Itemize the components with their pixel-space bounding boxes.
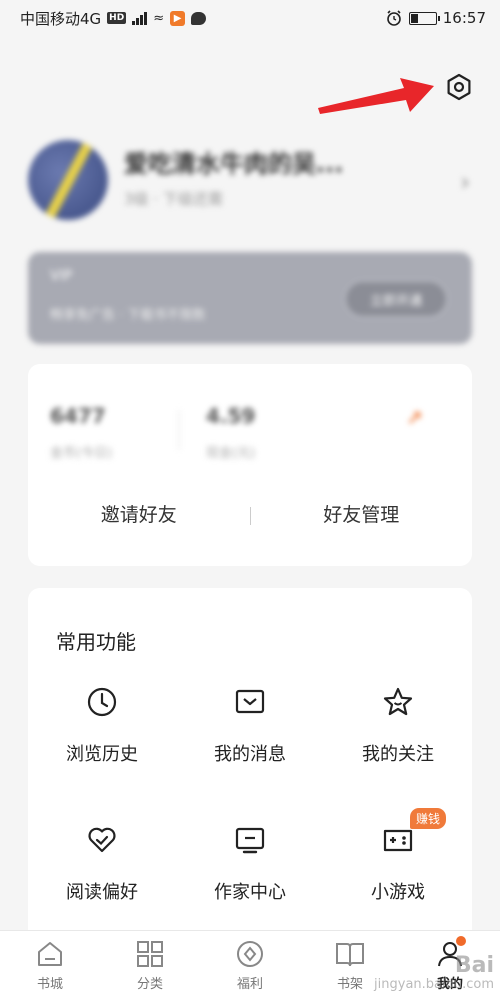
- stat-cash-label: 现金(元): [206, 446, 256, 461]
- star-icon: [380, 684, 416, 720]
- func-my-follows[interactable]: 我的关注: [324, 684, 472, 774]
- nav-label: 分类: [136, 977, 163, 992]
- watermark: Bai jingyan.baidu.com: [374, 952, 494, 992]
- nav-category[interactable]: 分类: [100, 931, 200, 1000]
- book-icon: [336, 943, 364, 967]
- wifi-icon: ≈: [153, 10, 165, 26]
- nav-label: 福利: [236, 977, 263, 992]
- hd-badge: HD: [107, 12, 127, 24]
- func-label: 我的消息: [214, 744, 286, 765]
- common-functions-card: 常用功能 浏览历史 我的消息 我的关注 阅读偏好 作家中心 赚钱 小游戏: [28, 588, 472, 938]
- nav-label: 书城: [36, 977, 63, 992]
- coin-icon: ↗: [406, 406, 423, 430]
- profile-header[interactable]: 爱吃清水牛肉的吴... 3级 · 下级还需 ›: [24, 138, 476, 222]
- profile-subtitle: 3级 · 下级还需: [124, 190, 223, 208]
- annotation-arrow: [318, 78, 434, 114]
- carrier-text: 中国移动4G: [20, 9, 102, 28]
- alarm-icon: [386, 10, 401, 26]
- status-left: 中国移动4G HD ≈ ▶: [20, 8, 207, 29]
- settings-button[interactable]: [440, 68, 478, 106]
- battery-icon: [408, 11, 440, 25]
- func-mini-games[interactable]: 赚钱 小游戏: [324, 808, 472, 912]
- func-writer-center[interactable]: 作家中心: [176, 822, 324, 912]
- func-reading-preference[interactable]: 阅读偏好: [28, 822, 176, 912]
- nav-label: 书架: [336, 977, 363, 992]
- vip-open-button[interactable]: 立即开通: [344, 280, 448, 318]
- watermark-url: jingyan.baidu.com: [374, 976, 494, 992]
- signal-icon: [132, 11, 148, 25]
- vip-desc: 畅享免广告 · 下载书不限数: [50, 308, 206, 323]
- clock-time: 16:57: [442, 9, 486, 27]
- func-label: 浏览历史: [66, 744, 138, 765]
- stats-blurred-area: 6477 金币(今日) 4.59 现金(元) ↗: [28, 364, 472, 464]
- chevron-right-icon: ›: [460, 168, 470, 196]
- stat-divider: [178, 410, 180, 450]
- monitor-icon: [232, 822, 268, 858]
- message-notification-icon: [191, 11, 207, 25]
- nav-welfare[interactable]: 福利: [200, 931, 300, 1000]
- invite-friends-button[interactable]: 邀请好友: [28, 502, 250, 527]
- func-label: 阅读偏好: [66, 882, 138, 903]
- message-icon: [232, 684, 268, 720]
- stat-cash-value: 4.59: [206, 404, 256, 428]
- stat-coins-label: 金币(今日): [50, 446, 113, 461]
- vip-banner[interactable]: VIP 畅享免广告 · 下载书不限数 立即开通: [28, 252, 472, 344]
- func-label: 小游戏: [371, 882, 425, 903]
- common-functions-title: 常用功能: [56, 630, 136, 654]
- settings-hexagon-icon: [447, 73, 471, 101]
- friend-row: 邀请好友 好友管理: [28, 502, 472, 542]
- func-label: 我的关注: [362, 744, 434, 765]
- vip-title: VIP: [50, 268, 73, 284]
- stats-card: 6477 金币(今日) 4.59 现金(元) ↗ 邀请好友 好友管理: [28, 364, 472, 566]
- watermark-logo: Bai: [454, 952, 494, 978]
- grid-icon: [137, 941, 163, 967]
- stat-cash[interactable]: 4.59 现金(元): [206, 404, 255, 461]
- notification-dot: [456, 936, 466, 946]
- status-bar: 中国移动4G HD ≈ ▶ 16:57: [0, 0, 500, 36]
- func-browse-history[interactable]: 浏览历史: [28, 684, 176, 774]
- profile-nickname: 爱吃清水牛肉的吴...: [124, 150, 344, 178]
- stat-coins-value: 6477: [50, 404, 106, 428]
- func-my-messages[interactable]: 我的消息: [176, 684, 324, 774]
- home-icon: [38, 942, 62, 966]
- manage-friends-button[interactable]: 好友管理: [251, 502, 473, 527]
- avatar[interactable]: [28, 140, 108, 220]
- clock-icon: [84, 684, 120, 720]
- stat-coins[interactable]: 6477 金币(今日): [50, 404, 112, 461]
- status-right: 16:57: [385, 9, 486, 27]
- earn-money-badge: 赚钱: [410, 808, 447, 829]
- gift-icon: [237, 941, 263, 967]
- app-notification-icon: ▶: [170, 10, 186, 26]
- heart-check-icon: [84, 822, 120, 858]
- func-label: 作家中心: [214, 882, 286, 903]
- nav-bookstore[interactable]: 书城: [0, 931, 100, 1000]
- bottom-nav: 书城 分类 福利 书架 我的 Bai jingyan.baidu.com: [0, 930, 500, 1000]
